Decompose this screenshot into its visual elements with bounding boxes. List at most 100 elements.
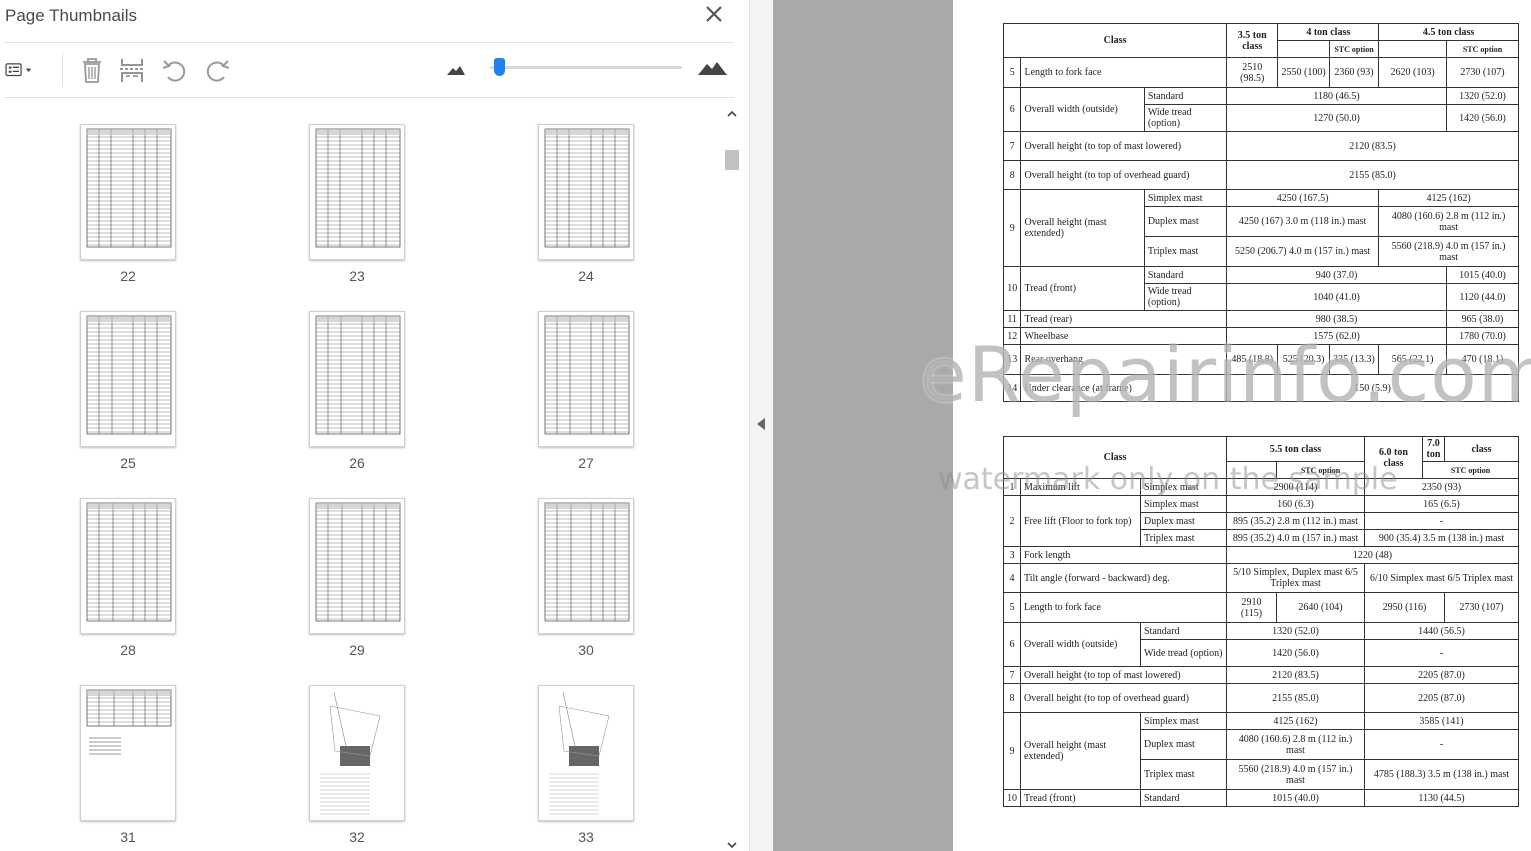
page-thumbnail[interactable]: 27 xyxy=(522,287,642,471)
row-label: Overall height (to top of overhead guard… xyxy=(1020,160,1228,190)
slider-handle[interactable] xyxy=(493,58,505,76)
options-menu-icon xyxy=(5,63,32,77)
row-label: Length to fork face xyxy=(1020,592,1227,623)
cell-value: 980 (38.5) xyxy=(1226,310,1447,328)
cell-value: 2950 (116) xyxy=(1364,592,1445,623)
cell-value: 150 (5.9) xyxy=(1226,374,1519,402)
cell-value: 160 (6.3) xyxy=(1226,495,1365,513)
thumbnail-page-image xyxy=(309,685,405,821)
rotate-right-icon xyxy=(206,60,230,82)
panel-splitter[interactable] xyxy=(749,0,773,851)
cell-value: 4785 (188.3) 3.5 m (138 in.) mast xyxy=(1364,759,1519,790)
cell-value: 1420 (56.0) xyxy=(1226,639,1365,667)
table-row: 6 Overall width (outside) Standard 1180 … xyxy=(1002,87,1519,132)
page-thumbnail[interactable]: 26 xyxy=(293,287,413,471)
cell-value: 1220 (48) xyxy=(1226,546,1519,564)
cell-value: 1130 (44.5) xyxy=(1364,789,1519,807)
rotate-left-icon xyxy=(162,60,186,82)
cell-value: 1320 (52.0) xyxy=(1446,87,1519,105)
rotate-counterclockwise-button[interactable] xyxy=(160,55,190,85)
page-thumbnail[interactable]: 23 xyxy=(293,100,413,284)
thumbnail-scrollbar[interactable] xyxy=(722,100,742,851)
cell-value: 1270 (50.0) xyxy=(1226,104,1447,132)
row-sublabel: Standard xyxy=(1143,266,1228,284)
thumbnail-grid: 22 23 24 25 26 27 28 29 30 31 32 33 xyxy=(0,100,722,851)
row-number: 13 xyxy=(1002,344,1022,375)
thumbnail-page-image xyxy=(80,498,176,634)
cell-value: 5/10 Simplex, Duplex mast 6/5 Triplex ma… xyxy=(1226,563,1365,593)
cell-value: 2900 (114) xyxy=(1226,478,1365,496)
col-4-5-ton: 4.5 ton class xyxy=(1378,23,1519,41)
thumbnail-size-slider[interactable] xyxy=(490,66,682,69)
cell-value: 2120 (83.5) xyxy=(1226,131,1519,161)
cell-value: 2155 (85.0) xyxy=(1226,683,1365,713)
cell-value: 1040 (41.0) xyxy=(1226,283,1447,311)
cell-value: 1015 (40.0) xyxy=(1226,789,1365,807)
row-sublabel: Wide tread (option) xyxy=(1143,283,1228,311)
cell-value: 2640 (104) xyxy=(1276,592,1365,623)
col-7-0-ton: 7.0 ton xyxy=(1422,436,1445,462)
page-thumbnail[interactable]: 25 xyxy=(64,287,184,471)
page-thumbnail[interactable]: 31 xyxy=(64,661,184,845)
stc-option-label: STC option xyxy=(1276,461,1365,479)
zoom-in-thumbnails-button[interactable] xyxy=(697,55,727,85)
row-number: 8 xyxy=(1002,160,1022,190)
cell-value: 2550 (100) xyxy=(1277,57,1330,88)
scroll-down-arrow[interactable] xyxy=(726,840,738,850)
row-sublabel: Triplex mast xyxy=(1140,759,1227,790)
row-number: 9 xyxy=(1002,189,1022,267)
page-thumbnail[interactable]: 28 xyxy=(64,474,184,658)
cell-value: 895 (35.2) 2.8 m (112 in.) mast xyxy=(1226,512,1365,530)
cell-value: - xyxy=(1364,512,1519,530)
cell-value: 965 (38.0) xyxy=(1446,310,1519,328)
cell-value: 2620 (103) xyxy=(1378,57,1447,88)
cell-value: 3585 (141) xyxy=(1364,712,1519,730)
row-label: Overall height (to top of mast lowered) xyxy=(1020,131,1228,161)
cell-value: 2350 (93) xyxy=(1364,478,1519,496)
collapse-panel-arrow-icon[interactable] xyxy=(757,418,765,430)
close-panel-button[interactable] xyxy=(703,4,725,26)
row-number: 12 xyxy=(1002,327,1022,345)
class-header: Class xyxy=(1002,23,1228,58)
cell-value: 525 (20.3) xyxy=(1277,344,1330,375)
page-thumbnail[interactable]: 30 xyxy=(522,474,642,658)
cell-value: 2205 (87.0) xyxy=(1364,666,1519,684)
scroll-up-arrow[interactable] xyxy=(726,108,738,120)
row-label: Overall height (mast extended) xyxy=(1020,189,1145,267)
cell-value: 2155 (85.0) xyxy=(1226,160,1519,190)
thumbnail-page-image xyxy=(80,124,176,260)
cell-value: 2730 (107) xyxy=(1444,592,1519,623)
options-menu-button[interactable] xyxy=(4,55,48,85)
toolbar-separator xyxy=(62,53,63,87)
zoom-out-thumbnails-button[interactable] xyxy=(443,55,473,85)
cell-value: 4125 (162) xyxy=(1226,712,1365,730)
cell-value: 485 (18.8) xyxy=(1226,344,1279,375)
cell-value: 2120 (83.5) xyxy=(1226,666,1365,684)
table-row: 13 Rear overhang 485 (18.8) 525 (20.3) 3… xyxy=(1002,344,1519,375)
stc-option-label: STC option xyxy=(1422,461,1519,479)
thumbnail-page-image xyxy=(309,311,405,447)
rotate-clockwise-button[interactable] xyxy=(202,55,232,85)
row-label: Tilt angle (forward - backward) deg. xyxy=(1020,563,1227,593)
row-label: Length to fork face xyxy=(1020,57,1228,88)
row-number: 10 xyxy=(1003,789,1021,807)
page-thumbnail[interactable]: 33 xyxy=(522,661,642,845)
thumbnail-page-number: 26 xyxy=(349,455,365,471)
page-thumbnail[interactable]: 24 xyxy=(522,100,642,284)
page-thumbnail[interactable]: 22 xyxy=(64,100,184,284)
thumbnail-page-number: 29 xyxy=(349,642,365,658)
row-sublabel: Duplex mast xyxy=(1143,206,1228,237)
cell-value: 1780 (70.0) xyxy=(1446,327,1519,345)
cell-value: 2360 (93) xyxy=(1328,57,1380,88)
thumbnail-page-image xyxy=(80,311,176,447)
page-thumbnail[interactable]: 32 xyxy=(293,661,413,845)
cell-value: 2730 (107) xyxy=(1446,57,1519,88)
extract-pages-button[interactable] xyxy=(117,55,147,85)
stc-option-label: STC option xyxy=(1328,40,1380,58)
table-row: 7 Overall height (to top of mast lowered… xyxy=(1002,131,1519,161)
row-number: 9 xyxy=(1003,712,1021,790)
scrollbar-thumb[interactable] xyxy=(725,150,739,170)
cell-value: 4080 (160.6) 2.8 m (112 in.) mast xyxy=(1226,729,1365,760)
delete-pages-button[interactable] xyxy=(77,55,107,85)
page-thumbnail[interactable]: 29 xyxy=(293,474,413,658)
